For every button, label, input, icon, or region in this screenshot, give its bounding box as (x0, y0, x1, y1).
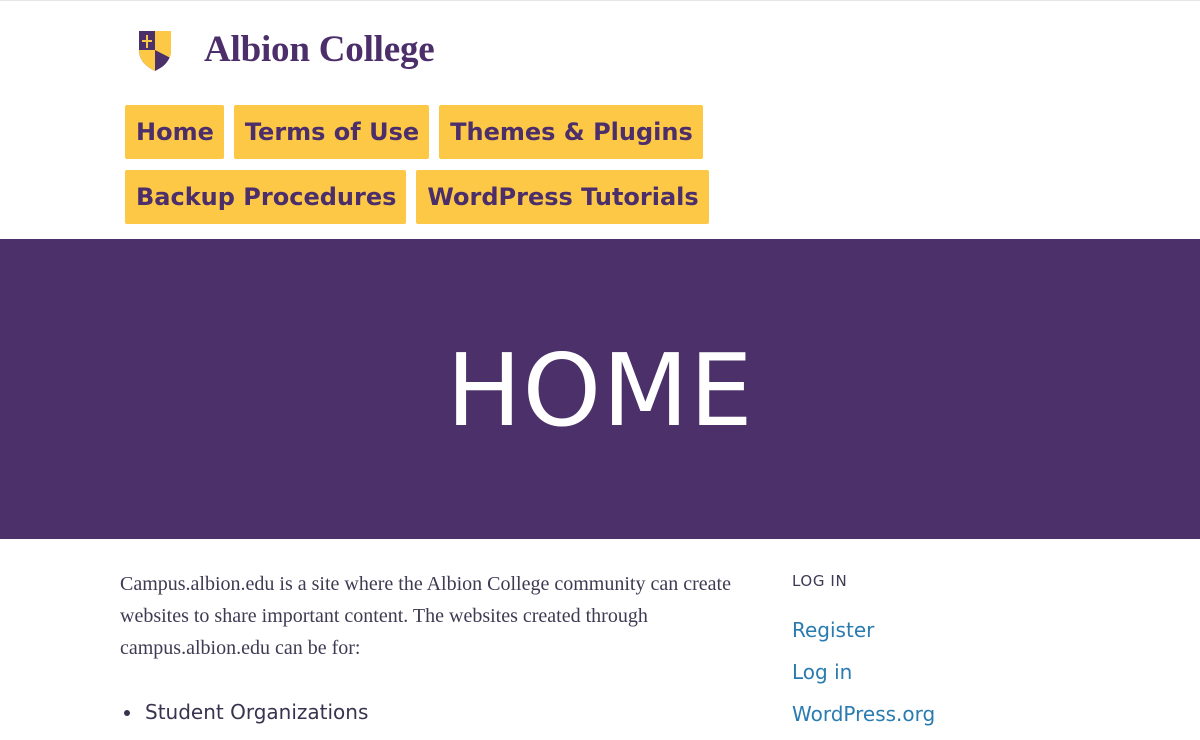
primary-navigation: Home Terms of Use Themes & Plugins Backu… (125, 105, 945, 224)
main-content: Campus.albion.edu is a site where the Al… (120, 568, 740, 727)
nav-item-backup-procedures[interactable]: Backup Procedures (125, 170, 407, 224)
site-logo-link[interactable]: Albion College (138, 28, 435, 74)
sidebar: LOG IN Register Log in WordPress.org (792, 570, 1092, 740)
nav-item-terms-of-use[interactable]: Terms of Use (233, 105, 430, 159)
top-divider (0, 0, 1200, 1)
login-link[interactable]: Log in (792, 660, 852, 684)
wordpress-org-link[interactable]: WordPress.org (792, 702, 935, 726)
nav-item-themes-plugins[interactable]: Themes & Plugins (439, 105, 703, 159)
list-item: Student Organizations (120, 697, 740, 727)
nav-item-home[interactable]: Home (125, 105, 224, 159)
login-widget-title: LOG IN (792, 572, 848, 590)
page-title: HOME (446, 332, 754, 449)
list-item: Log in (792, 657, 1092, 689)
register-link[interactable]: Register (792, 618, 874, 642)
intro-paragraph: Campus.albion.edu is a site where the Al… (120, 573, 731, 659)
login-widget-links: Register Log in WordPress.org (792, 615, 1092, 731)
college-shield-icon (139, 31, 171, 71)
nav-item-wordpress-tutorials[interactable]: WordPress Tutorials (416, 170, 709, 224)
hero-banner: HOME (0, 239, 1200, 539)
list-item: Register (792, 615, 1092, 647)
uses-list: Student Organizations (120, 697, 740, 727)
site-name: Albion College (204, 28, 435, 70)
list-item: WordPress.org (792, 699, 1092, 731)
